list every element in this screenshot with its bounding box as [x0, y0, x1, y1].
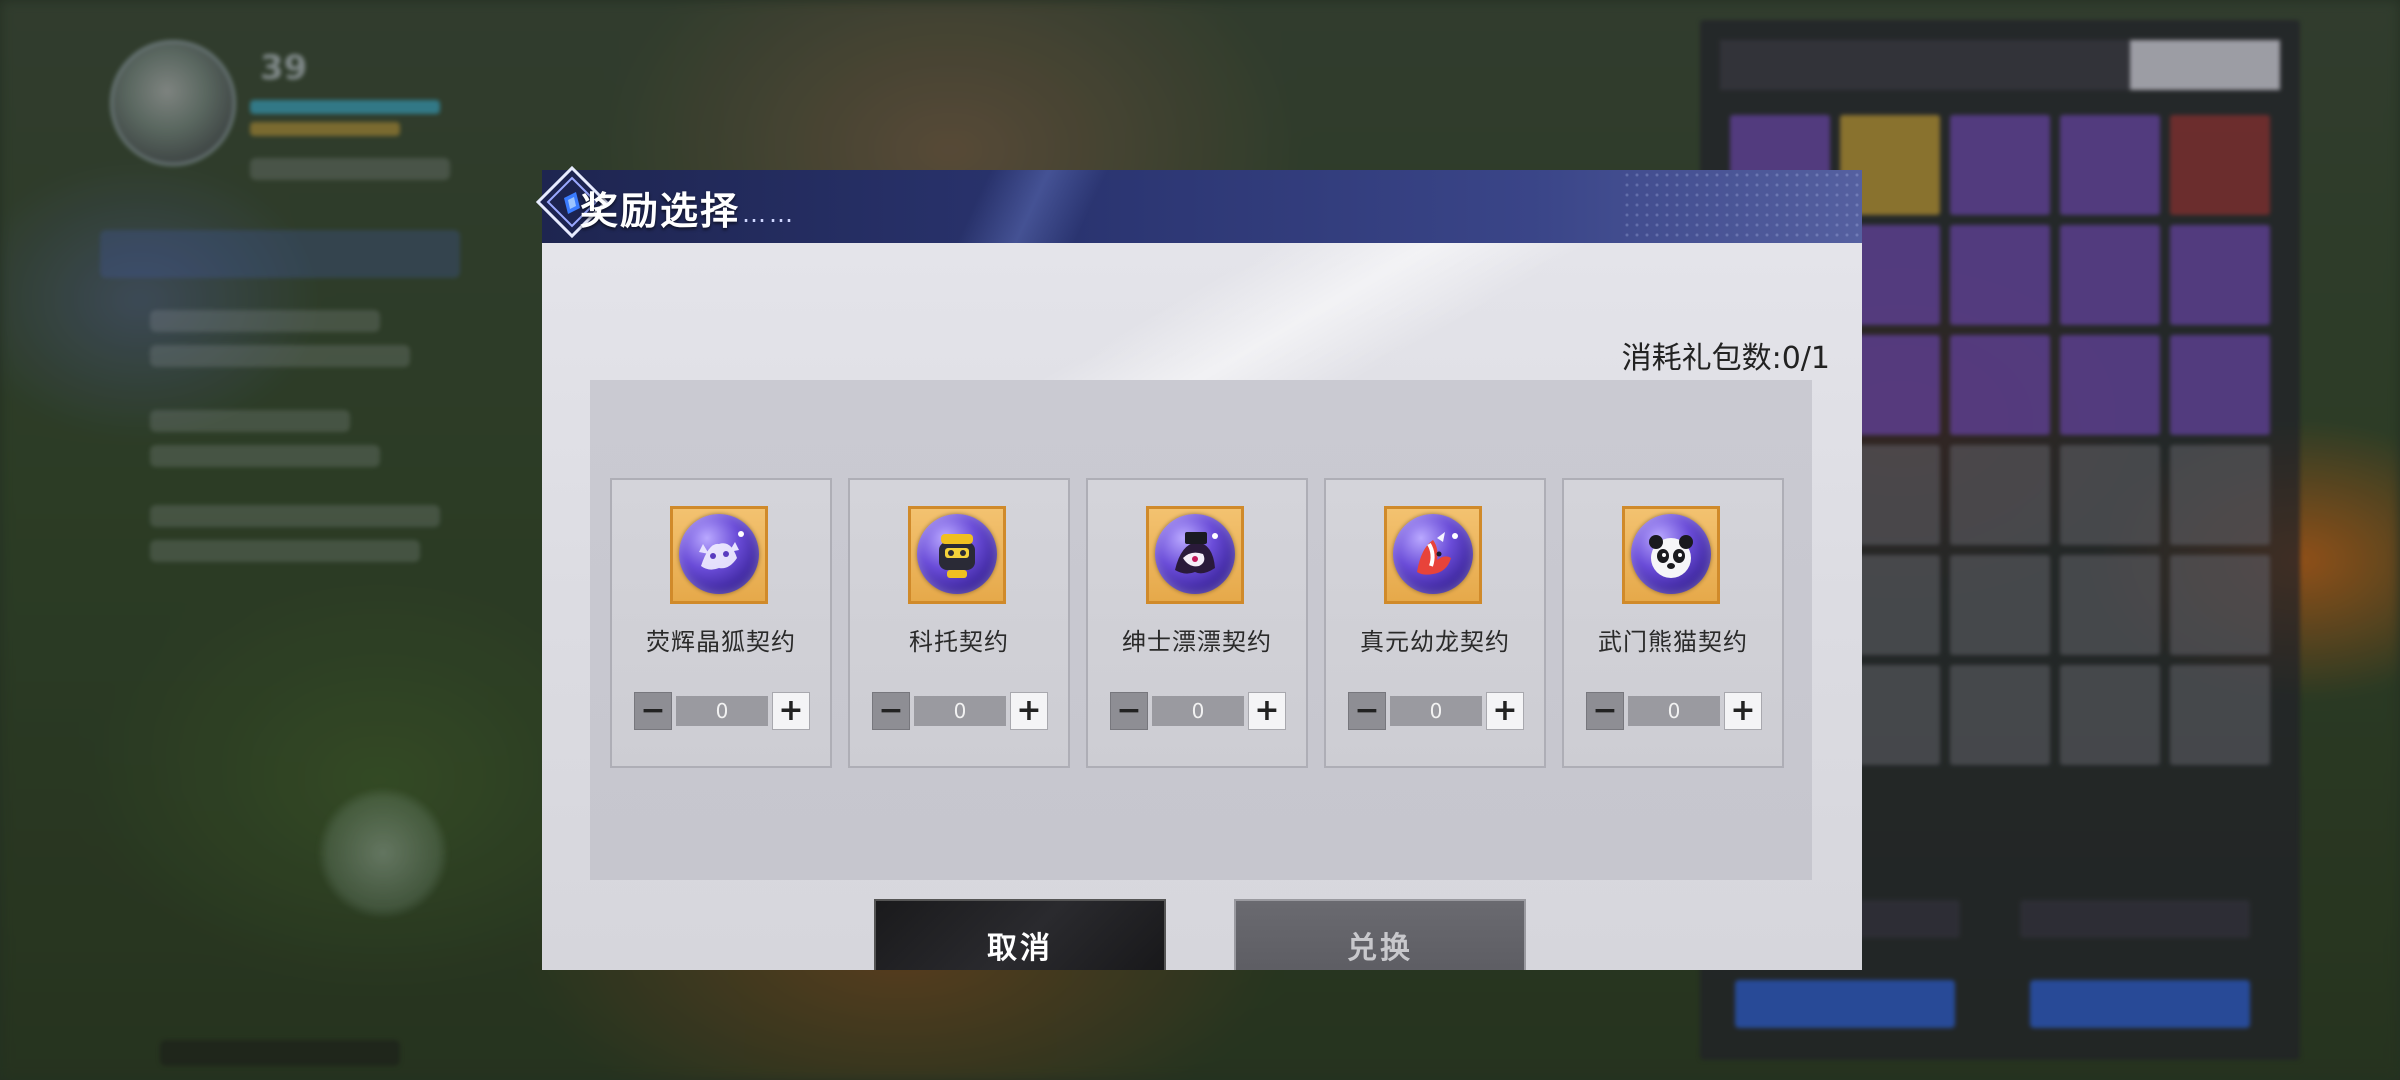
koto-robot-icon [917, 514, 997, 594]
quantity-value[interactable]: 0 [914, 696, 1006, 726]
increase-button[interactable]: + [1486, 692, 1524, 730]
dialog-body: 消耗礼包数:0/1 荧辉晶狐契约 − 0 + 科托契约 − 0 + 绅士漂漂契约… [542, 243, 1862, 970]
reward-name: 真元幼龙契约 [1360, 628, 1510, 656]
increase-button[interactable]: + [1724, 692, 1762, 730]
increase-button[interactable]: + [1010, 692, 1048, 730]
young-dragon-icon [1393, 514, 1473, 594]
panda-icon [1631, 514, 1711, 594]
exchange-button[interactable]: 兑换 [1234, 899, 1526, 970]
quantity-value[interactable]: 0 [1628, 696, 1720, 726]
quantity-value[interactable]: 0 [676, 696, 768, 726]
increase-button[interactable]: + [1248, 692, 1286, 730]
quantity-stepper: − 0 + [1586, 692, 1762, 730]
increase-button[interactable]: + [772, 692, 810, 730]
item-frame [1384, 506, 1482, 604]
reward-card[interactable]: 科托契约 − 0 + [848, 478, 1070, 768]
crystal-fox-icon [679, 514, 759, 594]
reward-name: 荧辉晶狐契约 [646, 628, 796, 656]
quantity-stepper: − 0 + [1110, 692, 1286, 730]
dialog-title: 奖励选择 [580, 188, 741, 233]
decrease-button[interactable]: − [1586, 692, 1624, 730]
reward-card[interactable]: 绅士漂漂契约 − 0 + [1086, 478, 1308, 768]
title-dots: …… [742, 200, 796, 228]
reward-card[interactable]: 真元幼龙契约 − 0 + [1324, 478, 1546, 768]
decrease-button[interactable]: − [872, 692, 910, 730]
quantity-stepper: − 0 + [872, 692, 1048, 730]
quantity-stepper: − 0 + [1348, 692, 1524, 730]
cancel-button[interactable]: 取消 [874, 899, 1166, 970]
reward-list-panel: 荧辉晶狐契约 − 0 + 科托契约 − 0 + 绅士漂漂契约 − 0 + 真元幼… [590, 380, 1812, 880]
decrease-button[interactable]: − [634, 692, 672, 730]
decrease-button[interactable]: − [1110, 692, 1148, 730]
reward-card[interactable]: 荧辉晶狐契约 − 0 + [610, 478, 832, 768]
item-frame [1146, 506, 1244, 604]
item-frame [908, 506, 1006, 604]
reward-name: 科托契约 [909, 628, 1009, 656]
item-frame [670, 506, 768, 604]
quantity-stepper: − 0 + [634, 692, 810, 730]
reward-name: 武门熊猫契约 [1598, 628, 1748, 656]
decrease-button[interactable]: − [1348, 692, 1386, 730]
quantity-value[interactable]: 0 [1390, 696, 1482, 726]
gentleman-piaopiao-icon [1155, 514, 1235, 594]
reward-cards: 荧辉晶狐契约 − 0 + 科托契约 − 0 + 绅士漂漂契约 − 0 + 真元幼… [610, 478, 1784, 768]
item-frame [1622, 506, 1720, 604]
reward-card[interactable]: 武门熊猫契约 − 0 + [1562, 478, 1784, 768]
reward-name: 绅士漂漂契约 [1122, 628, 1272, 656]
reward-selection-dialog: 奖励选择 …… 消耗礼包数:0/1 荧辉晶狐契约 − 0 + 科托契约 − 0 … [535, 165, 1862, 970]
quantity-value[interactable]: 0 [1152, 696, 1244, 726]
consumed-gift-counter: 消耗礼包数:0/1 [1621, 341, 1830, 376]
